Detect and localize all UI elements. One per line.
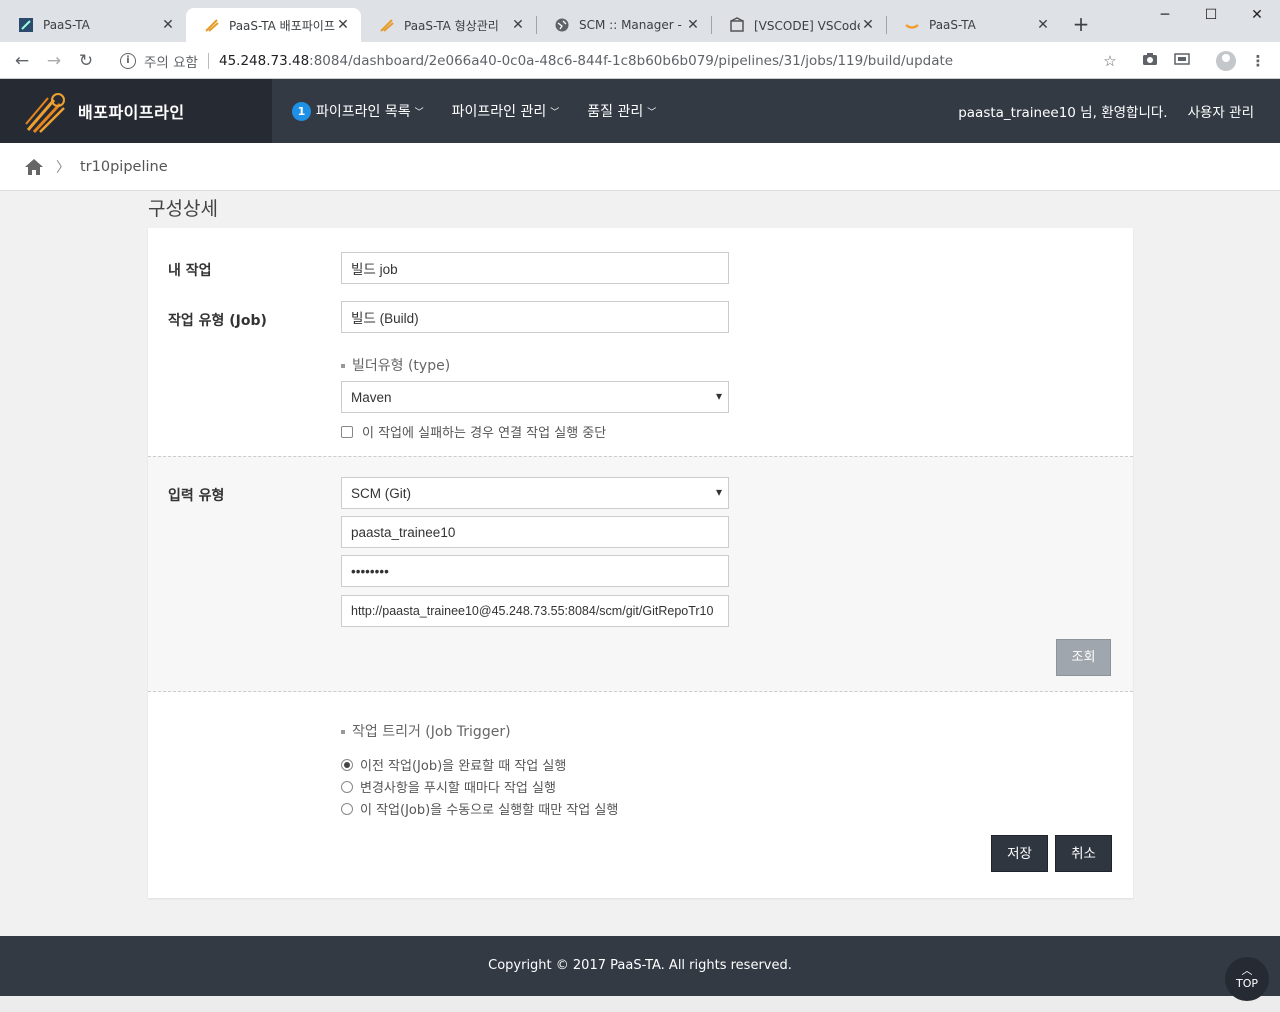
input-type-section: 입력 유형 SCM (Git) paasta_trainee10 •••••••… <box>148 456 1133 692</box>
paasta-icon <box>18 17 34 33</box>
trigger-option-manual[interactable]: 이 작업(Job)을 수동으로 실행할 때만 작업 실행 <box>341 799 618 818</box>
nav-quality-manage[interactable]: 품질 관리 ﹀ <box>587 101 656 121</box>
info-icon[interactable]: i <box>120 53 136 69</box>
job-type-input[interactable]: 빌드 (Build) <box>341 301 729 333</box>
forward-icon[interactable]: → <box>41 48 67 74</box>
radio-unselected[interactable] <box>341 780 353 793</box>
brand[interactable]: 배포파이프라인 <box>0 79 272 143</box>
pipeline-icon <box>379 17 395 33</box>
browser-tab-2[interactable]: PaaS-TA 배포파이프 ✕ <box>186 8 361 42</box>
address-bar: ← → ↻ i 주의 요함 45.248.73.48:8084/dashboar… <box>0 42 1280 79</box>
query-button[interactable]: 조회 <box>1056 639 1111 676</box>
reload-icon[interactable]: ↻ <box>73 48 99 74</box>
breadcrumb-current[interactable]: tr10pipeline <box>80 159 168 175</box>
vscode-icon <box>729 17 745 33</box>
copyright-text: Copyright © 2017 PaaS-TA. All rights res… <box>488 958 792 973</box>
my-job-input[interactable]: 빌드 job <box>341 252 729 284</box>
job-trigger-heading: 작업 트리거 (Job Trigger) <box>341 721 511 741</box>
radio-selected[interactable] <box>341 758 353 771</box>
cancel-button[interactable]: 취소 <box>1055 835 1112 872</box>
close-tab-icon[interactable]: ✕ <box>510 17 526 33</box>
main-nav: 1 파이프라인 목록 ﹀ 파이프라인 관리 ﹀ 품질 관리 ﹀ <box>292 79 684 143</box>
chevron-down-icon: ﹀ <box>550 107 560 118</box>
stop-on-fail-checkbox[interactable]: 이 작업에 실패하는 경우 연결 작업 실행 중단 <box>341 422 606 441</box>
chevron-right-icon: 〉 <box>56 159 70 176</box>
profile-avatar[interactable] <box>1216 51 1236 71</box>
pipeline-logo-icon <box>25 93 65 134</box>
close-tab-icon[interactable]: ✕ <box>335 17 351 33</box>
radio-unselected[interactable] <box>341 802 353 815</box>
globe-icon <box>554 17 570 33</box>
job-type-label: 작업 유형 (Job) <box>168 313 267 329</box>
home-icon[interactable] <box>24 158 44 176</box>
camera-icon[interactable] <box>1140 51 1160 71</box>
amazon-icon <box>904 17 920 33</box>
my-job-label: 내 작업 <box>168 263 212 279</box>
back-icon[interactable]: ← <box>9 48 35 74</box>
close-tab-icon[interactable]: ✕ <box>685 17 701 33</box>
builder-type-heading: 빌더유형 (type) <box>341 355 450 375</box>
save-button[interactable]: 저장 <box>991 835 1048 872</box>
menu-dots-icon[interactable]: ⋮ <box>1248 51 1268 71</box>
url-field[interactable]: i 주의 요함 45.248.73.48:8084/dashboard/2e06… <box>112 49 1132 73</box>
user-admin-link[interactable]: 사용자 관리 <box>1188 101 1254 121</box>
welcome-text[interactable]: paasta_trainee10 님, 환영합니다. <box>958 101 1167 121</box>
browser-tab-3[interactable]: PaaS-TA 형상관리 ✕ <box>361 8 536 42</box>
chevron-down-icon: ﹀ <box>647 107 657 118</box>
new-tab-button[interactable]: + <box>1069 12 1093 36</box>
page-title: 구성상세 <box>148 198 218 220</box>
pipeline-icon <box>204 17 220 33</box>
nav-pipeline-list[interactable]: 1 파이프라인 목록 ﹀ <box>292 101 424 121</box>
close-tab-icon[interactable]: ✕ <box>160 17 176 33</box>
nav-badge: 1 <box>292 101 311 121</box>
browser-tab-bar: PaaS-TA ✕ PaaS-TA 배포파이프 ✕ PaaS-TA 형상관리 ✕… <box>0 0 1280 42</box>
browser-tab-4[interactable]: SCM :: Manager - Gi ✕ <box>536 8 711 42</box>
scm-username-input[interactable]: paasta_trainee10 <box>341 516 729 548</box>
close-window-icon[interactable]: ✕ <box>1234 0 1280 30</box>
input-type-label: 입력 유형 <box>168 488 225 504</box>
app-header: 배포파이프라인 1 파이프라인 목록 ﹀ 파이프라인 관리 ﹀ 품질 관리 ﹀ … <box>0 79 1280 143</box>
nav-pipeline-manage[interactable]: 파이프라인 관리 ﹀ <box>452 101 560 121</box>
close-tab-icon[interactable]: ✕ <box>1035 17 1051 33</box>
scroll-top-button[interactable]: ︿ TOP <box>1225 957 1269 1001</box>
browser-tab-6[interactable]: PaaS-TA ✕ <box>886 8 1061 42</box>
minimize-icon[interactable]: ─ <box>1142 0 1188 30</box>
browser-tab-1[interactable]: PaaS-TA ✕ <box>0 8 186 42</box>
checkbox-box[interactable] <box>341 425 353 438</box>
trigger-option-on-push[interactable]: 변경사항을 푸시할 때마다 작업 실행 <box>341 777 556 796</box>
star-icon[interactable]: ☆ <box>1100 51 1120 71</box>
scm-url-input[interactable]: http://paasta_trainee10@45.248.73.55:808… <box>341 595 729 627</box>
cast-icon[interactable] <box>1172 51 1192 71</box>
config-form-card: 내 작업 빌드 job 작업 유형 (Job) 빌드 (Build) 빌더유형 … <box>148 228 1133 898</box>
close-tab-icon[interactable]: ✕ <box>860 17 876 33</box>
input-type-select[interactable]: SCM (Git) <box>341 477 729 509</box>
scm-password-input[interactable]: •••••••• <box>341 555 729 587</box>
browser-tab-5[interactable]: [VSCODE] VSCode에 ✕ <box>711 8 886 42</box>
builder-type-select[interactable]: Maven <box>341 381 729 413</box>
trigger-option-after-prev[interactable]: 이전 작업(Job)을 완료할 때 작업 실행 <box>341 755 566 774</box>
chevron-down-icon: ﹀ <box>414 107 424 118</box>
chevron-up-icon: ︿ <box>1241 964 1253 977</box>
breadcrumb: 〉 tr10pipeline <box>0 143 1280 191</box>
maximize-icon[interactable]: ☐ <box>1188 0 1234 30</box>
user-area: paasta_trainee10 님, 환영합니다. 사용자 관리 <box>958 79 1254 143</box>
footer: Copyright © 2017 PaaS-TA. All rights res… <box>0 936 1280 996</box>
